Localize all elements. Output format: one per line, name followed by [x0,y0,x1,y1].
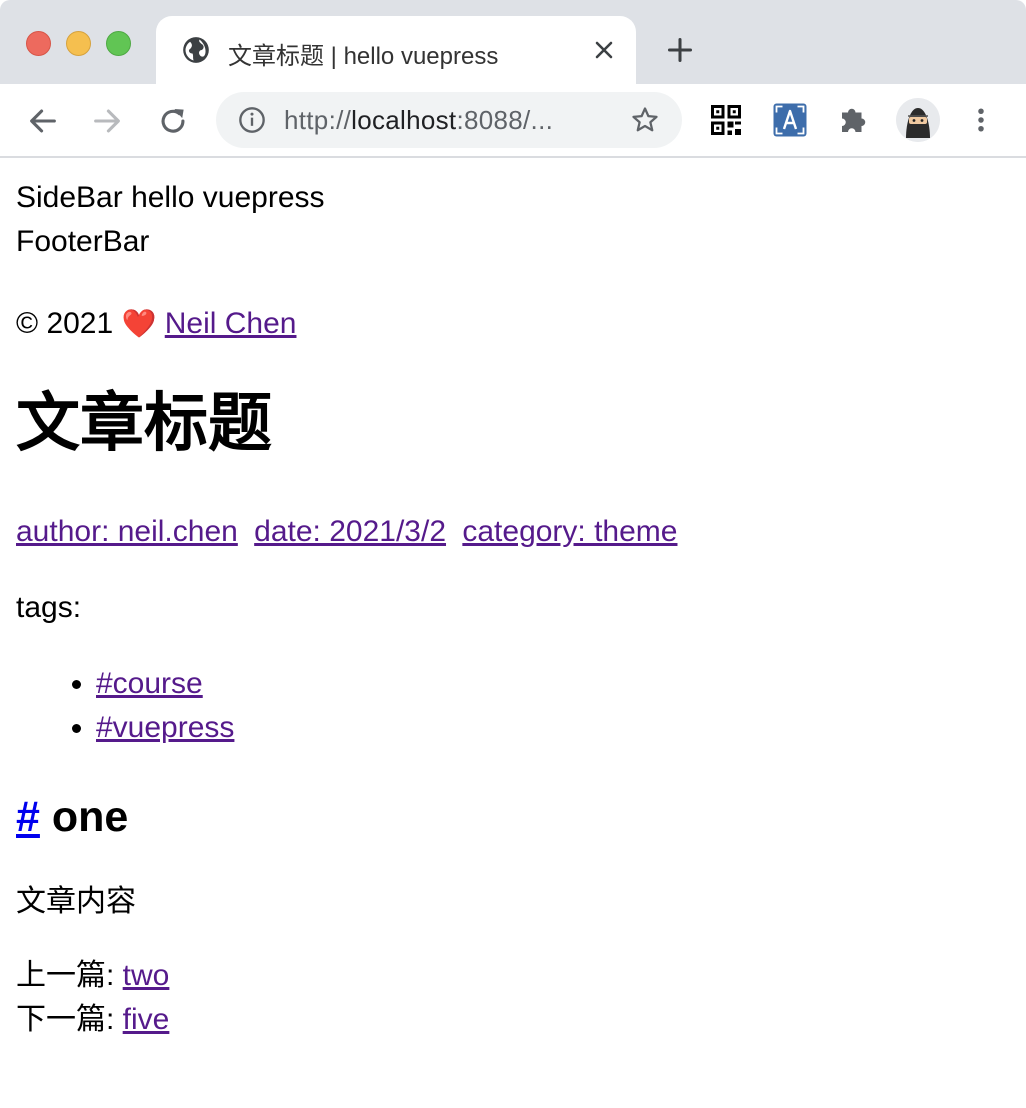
next-label: 下一篇: [16,1003,123,1036]
active-tab[interactable]: 文章标题 | hello vuepress [156,16,636,84]
tag-link-vuepress[interactable]: #vuepress [96,711,234,744]
bookmark-star-icon[interactable] [630,105,660,135]
prev-post: 上一篇: two [16,954,1006,998]
header-anchor-link[interactable]: # [16,793,40,841]
meta-category-link[interactable]: category: theme [462,515,677,548]
url-scheme: http:// [284,105,352,135]
tab-strip: 文章标题 | hello vuepress [0,0,1026,84]
meta-date-link[interactable]: date: 2021/3/2 [254,515,446,548]
footer-text: FooterBar [16,225,150,258]
browser-toolbar: http://localhost:8088/... [0,84,1026,158]
more-menu-icon[interactable] [966,102,996,138]
tag-link-course[interactable]: #course [96,667,203,700]
tab-title: 文章标题 | hello vuepress [228,43,499,70]
close-tab-icon[interactable] [592,38,616,62]
next-post: 下一篇: five [16,998,1006,1042]
minimize-window-button[interactable] [66,31,91,56]
page-title: 文章标题 [16,387,272,459]
page-content: SideBar hello vuepress FooterBar © 2021 … [16,158,1006,1042]
author-link[interactable]: Neil Chen [165,307,297,340]
ninja-avatar-icon [896,98,940,142]
list-item: #vuepress [96,706,1006,750]
close-window-button[interactable] [26,31,51,56]
copyright-prefix: © 2021 [16,307,114,340]
post-meta: author: neil.chen date: 2021/3/2 categor… [16,510,1006,554]
url-rest: :8088/... [456,105,554,135]
tags-label: tags: [16,591,82,624]
forward-arrow-icon[interactable] [90,104,124,138]
sidebar-text: SideBar hello vuepress [16,181,325,214]
globe-icon [183,37,209,63]
info-icon[interactable] [238,106,266,134]
section-heading: # one [16,790,1006,844]
url-text[interactable]: http://localhost:8088/... [284,105,553,136]
prev-label: 上一篇: [16,959,123,992]
back-arrow-icon[interactable] [26,104,60,138]
extensions-puzzle-icon[interactable] [836,102,872,138]
section-title: one [51,793,129,841]
meta-author-link[interactable]: author: neil.chen [16,515,238,548]
new-tab-icon[interactable] [666,36,694,64]
tag-list: #course #vuepress [16,662,1006,750]
address-bar[interactable]: http://localhost:8088/... [216,92,682,148]
heart-icon: ❤️ [121,308,157,339]
post-content: 文章内容 [16,885,136,918]
copyright: © 2021 ❤️ Neil Chen [16,302,1006,346]
reload-icon[interactable] [156,104,190,138]
maximize-window-button[interactable] [106,31,131,56]
prev-post-link[interactable]: two [123,959,170,992]
post-navigation: 上一篇: two 下一篇: five [16,954,1006,1042]
next-post-link[interactable]: five [123,1003,170,1036]
qr-code-extension-icon[interactable] [708,102,744,138]
list-item: #course [96,662,1006,706]
profile-avatar[interactable] [896,98,940,142]
url-host: localhost [351,105,457,135]
translate-extension-icon[interactable] [772,102,808,138]
